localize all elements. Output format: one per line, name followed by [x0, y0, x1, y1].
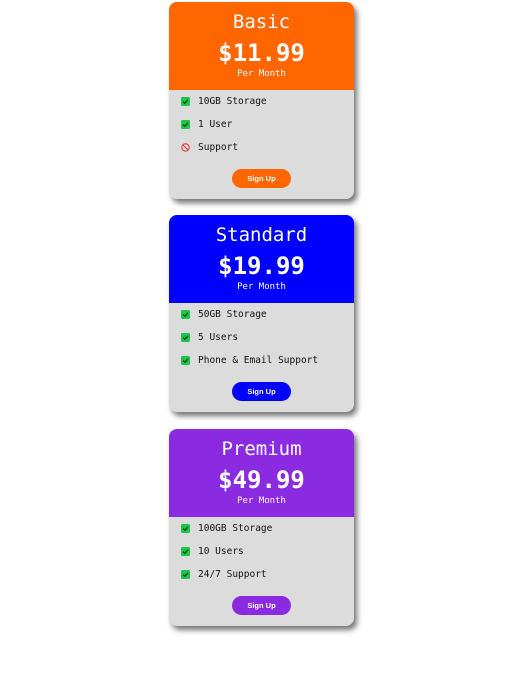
feature-text: 10GB Storage	[198, 96, 267, 107]
feature-list: 50GB Storage 5 Users Phone & Email Suppo…	[169, 303, 354, 372]
check-icon	[181, 97, 190, 106]
sign-up-button[interactable]: Sign Up	[232, 169, 291, 188]
feature-item: Support	[169, 136, 354, 159]
check-icon	[181, 120, 190, 129]
feature-text: 5 Users	[198, 332, 239, 343]
feature-item: 5 Users	[169, 326, 354, 349]
feature-item: 10 Users	[169, 540, 354, 563]
plan-name: Premium	[221, 438, 302, 460]
sign-up-button[interactable]: Sign Up	[232, 382, 291, 401]
pricing-card-header: Basic $11.99 Per Month	[169, 2, 354, 90]
feature-item: 24/7 Support	[169, 563, 354, 586]
feature-text: 50GB Storage	[198, 309, 267, 320]
pricing-card-premium: Premium $49.99 Per Month 100GB Storage 1…	[169, 429, 354, 626]
plan-period: Per Month	[237, 282, 286, 292]
pricing-card-standard: Standard $19.99 Per Month 50GB Storage 5…	[169, 215, 354, 412]
check-icon	[181, 547, 190, 556]
plan-name: Standard	[215, 224, 308, 246]
feature-list: 100GB Storage 10 Users 24/7 Support	[169, 517, 354, 586]
feature-text: 100GB Storage	[198, 523, 273, 534]
feature-item: Phone & Email Support	[169, 349, 354, 372]
feature-text: 1 User	[198, 119, 233, 130]
plan-price: $49.99	[218, 466, 305, 494]
blocked-icon	[181, 143, 190, 152]
plan-period: Per Month	[237, 496, 286, 506]
plan-period: Per Month	[237, 69, 286, 79]
pricing-cards: Basic $11.99 Per Month 10GB Storage 1 Us…	[0, 0, 522, 674]
check-icon	[181, 310, 190, 319]
feature-text: 24/7 Support	[198, 569, 267, 580]
check-icon	[181, 356, 190, 365]
plan-price: $19.99	[218, 252, 305, 280]
check-icon	[181, 524, 190, 533]
pricing-card-header: Premium $49.99 Per Month	[169, 429, 354, 517]
feature-item: 1 User	[169, 113, 354, 136]
feature-item: 100GB Storage	[169, 517, 354, 540]
feature-text: 10 Users	[198, 546, 244, 557]
feature-text: Support	[198, 142, 239, 153]
feature-list: 10GB Storage 1 User Support	[169, 90, 354, 159]
pricing-card-header: Standard $19.99 Per Month	[169, 215, 354, 303]
feature-item: 50GB Storage	[169, 303, 354, 326]
plan-name: Basic	[232, 11, 291, 33]
check-icon	[181, 333, 190, 342]
plan-price: $11.99	[218, 39, 305, 67]
feature-text: Phone & Email Support	[198, 355, 319, 366]
check-icon	[181, 570, 190, 579]
sign-up-button[interactable]: Sign Up	[232, 596, 291, 615]
pricing-card-basic: Basic $11.99 Per Month 10GB Storage 1 Us…	[169, 2, 354, 199]
feature-item: 10GB Storage	[169, 90, 354, 113]
